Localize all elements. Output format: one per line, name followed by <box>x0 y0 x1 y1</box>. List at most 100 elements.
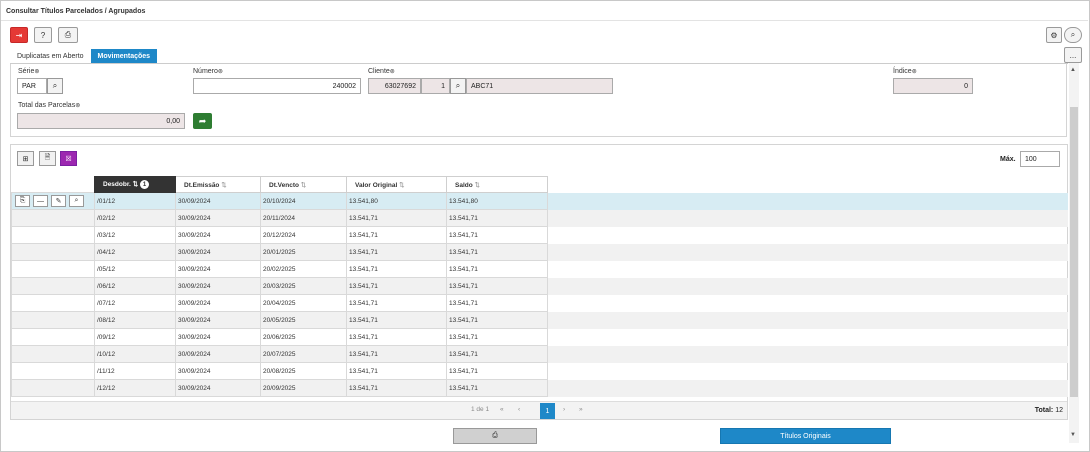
col-saldo[interactable]: Saldo ⇅ <box>446 176 548 193</box>
col-desdobr[interactable]: Desdobr. ⇅ 1 <box>94 176 176 193</box>
row-filler <box>547 243 1068 261</box>
table-row[interactable]: /09/12 30/09/2024 20/06/2025 13.541,71 13.54… <box>11 328 1068 346</box>
current-page[interactable]: 1 <box>540 403 555 419</box>
indice-label: Índice⊚ <box>893 68 917 75</box>
apply-button[interactable]: ➦ <box>193 113 212 129</box>
serie-search-button[interactable]: ⌕ <box>47 78 63 94</box>
table-row[interactable]: /04/12 30/09/2024 20/01/2025 13.541,71 13.54… <box>11 243 1068 261</box>
exit-icon: ⇥ <box>15 30 23 40</box>
cliente-seq-input[interactable]: 1 <box>421 78 450 94</box>
row-filler <box>548 227 1068 244</box>
row-actions <box>11 311 95 329</box>
table-row[interactable]: /05/12 30/09/2024 20/02/2025 13.541,71 13.54… <box>11 260 1068 278</box>
next-page-button[interactable]: › <box>563 406 565 413</box>
table-cell: 20/03/2025 <box>260 277 347 295</box>
edit-button[interactable]: ✎ <box>51 195 66 207</box>
search-icon: ⌕ <box>1070 30 1076 39</box>
row-filler <box>547 209 1068 227</box>
remove-button[interactable]: — <box>33 195 48 207</box>
table-cell: 20/04/2025 <box>260 294 347 312</box>
table-cell: 13.541,80 <box>446 192 548 210</box>
table-row[interactable]: /12/12 30/09/2024 20/09/2025 13.541,71 13.54… <box>11 379 1068 397</box>
print-icon: ⎙ <box>492 432 498 439</box>
table-cell: /06/12 <box>94 277 176 295</box>
row-actions <box>11 294 95 312</box>
col-valor-original[interactable]: Valor Original ⇅ <box>346 176 447 193</box>
gear-icon: ⚙ <box>1050 30 1058 40</box>
col-dt-vencto[interactable]: Dt.Vencto ⇅ <box>260 176 347 193</box>
scroll-down-icon[interactable]: ▼ <box>1070 432 1076 438</box>
cliente-code-input[interactable]: 63027692 <box>368 78 421 94</box>
search-button[interactable]: ⌕ <box>1064 27 1082 43</box>
export-excel-button[interactable]: ☒ <box>60 151 77 166</box>
pager: 1 de 1 « ‹ 1 › » Total: 12 <box>11 401 1067 419</box>
copy-button[interactable]: ⎘ <box>15 195 30 207</box>
table-cell: 30/09/2024 <box>175 328 261 346</box>
serie-input[interactable]: PAR <box>17 78 47 94</box>
title-divider <box>1 20 1088 21</box>
col-dt-emissao[interactable]: Dt.Emissão ⇅ <box>175 176 261 193</box>
cliente-search-button[interactable]: ⌕ <box>450 78 466 94</box>
cliente-name-input[interactable]: ABC71 <box>466 78 613 94</box>
search-button[interactable]: ⌕ <box>69 195 84 207</box>
table-cell: 20/09/2025 <box>260 379 347 397</box>
row-actions <box>11 328 95 346</box>
actions-header <box>12 177 95 193</box>
row-filler <box>548 261 1068 278</box>
table-cell: /05/12 <box>94 260 176 278</box>
export-button[interactable]: 🗎 <box>39 151 56 166</box>
table-cell: /04/12 <box>94 243 176 261</box>
grid-layout-button[interactable]: ⊞ <box>17 151 34 166</box>
more-button[interactable]: ... <box>1064 47 1082 63</box>
print-report-button[interactable]: ⎙ <box>453 428 537 444</box>
table-row[interactable]: /03/12 30/09/2024 20/12/2024 13.541,71 13.54… <box>11 226 1068 244</box>
table-row[interactable]: /08/12 30/09/2024 20/05/2025 13.541,71 13.54… <box>11 311 1068 329</box>
table-row[interactable]: /06/12 30/09/2024 20/03/2025 13.541,71 13.54… <box>11 277 1068 295</box>
table-cell: 20/01/2025 <box>260 243 347 261</box>
table-cell: 20/12/2024 <box>260 226 347 244</box>
scroll-up-icon[interactable]: ▲ <box>1070 67 1076 73</box>
table-cell: 20/05/2025 <box>260 311 347 329</box>
table-row[interactable]: /10/12 30/09/2024 20/07/2025 13.541,71 13.54… <box>11 345 1068 363</box>
max-input[interactable]: 100 <box>1020 151 1060 167</box>
numero-input[interactable]: 240002 <box>193 78 361 94</box>
row-filler <box>548 363 1068 380</box>
table-cell: 13.541,71 <box>346 226 447 244</box>
prev-page-button[interactable]: ‹ <box>518 406 520 413</box>
table-cell: 13.541,71 <box>446 226 548 244</box>
originals-button[interactable]: Títulos Originais <box>720 428 891 444</box>
last-page-button[interactable]: » <box>579 406 583 413</box>
table-cell: /10/12 <box>94 345 176 363</box>
page-title: Consultar Títulos Parcelados / Agrupados <box>6 8 146 15</box>
scrollbar-thumb[interactable] <box>1070 107 1078 397</box>
tab-movimentacoes[interactable]: Movimentações <box>90 49 158 63</box>
grid-icon: ⊞ <box>22 155 29 163</box>
table-cell: /09/12 <box>94 328 176 346</box>
table-cell: 13.541,71 <box>346 328 447 346</box>
table-cell: 13.541,71 <box>446 345 548 363</box>
tab-duplicatas[interactable]: Duplicatas em Aberto <box>10 49 91 63</box>
search-icon: ⌕ <box>455 81 461 90</box>
help-button[interactable]: ? <box>34 27 52 43</box>
print-button[interactable]: ⎙ <box>58 27 78 43</box>
row-actions <box>11 226 95 244</box>
exit-button[interactable]: ⇥ <box>10 27 28 43</box>
first-page-button[interactable]: « <box>500 406 504 413</box>
table-row[interactable]: ⎘ — ✎ ⌕/01/12 30/09/2024 20/10/2024 13.541,80 1… <box>11 192 1068 210</box>
total-input[interactable]: 0,00 <box>17 113 185 129</box>
cliente-label: Cliente⊚ <box>368 68 395 75</box>
table-cell: 13.541,71 <box>446 209 548 227</box>
table-cell: 13.541,71 <box>346 209 447 227</box>
table-row[interactable]: /07/12 30/09/2024 20/04/2025 13.541,71 13.54… <box>11 294 1068 312</box>
table-row[interactable]: /11/12 30/09/2024 20/08/2025 13.541,71 13.54… <box>11 362 1068 380</box>
table-cell: 20/10/2024 <box>260 192 347 210</box>
table-cell: /02/12 <box>94 209 176 227</box>
table-cell: 20/11/2024 <box>260 209 347 227</box>
settings-button[interactable]: ⚙ <box>1046 27 1062 43</box>
table-row[interactable]: /02/12 30/09/2024 20/11/2024 13.541,71 13.54… <box>11 209 1068 227</box>
table-cell: 20/02/2025 <box>260 260 347 278</box>
excel-icon: ☒ <box>65 155 72 163</box>
total-label: Total das Parcelas⊚ <box>18 102 81 109</box>
indice-input[interactable]: 0 <box>893 78 973 94</box>
serie-label: Série⊚ <box>18 68 40 75</box>
